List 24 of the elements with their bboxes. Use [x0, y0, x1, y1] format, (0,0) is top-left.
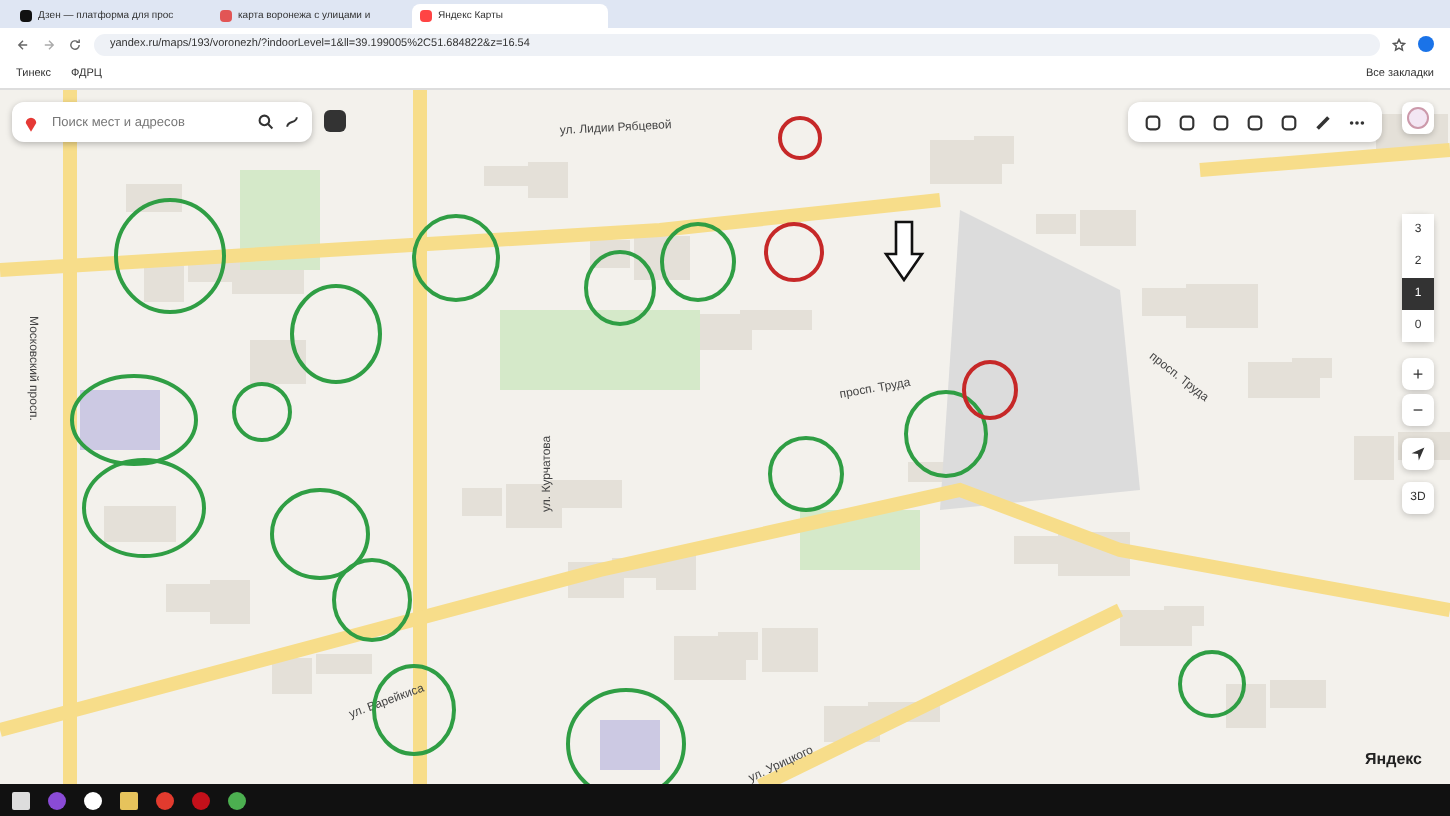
- navigation-arrow-icon: [1410, 446, 1426, 462]
- favicon-icon: [220, 10, 232, 22]
- zoom-out-button[interactable]: −: [1402, 394, 1434, 426]
- app-icon[interactable]: [156, 791, 174, 809]
- back-icon[interactable]: [16, 37, 30, 51]
- map-logo: Яндекс: [1365, 750, 1422, 768]
- school-building: [600, 720, 660, 770]
- pin-icon: [24, 113, 38, 131]
- profile-icon[interactable]: [1418, 36, 1434, 52]
- down-arrow-icon: [883, 220, 925, 283]
- avatar-icon: [1406, 106, 1430, 130]
- folder-icon[interactable]: [120, 791, 138, 809]
- app-icon[interactable]: [48, 791, 66, 809]
- reload-icon[interactable]: [68, 37, 82, 51]
- menu-button[interactable]: [324, 110, 346, 132]
- star-icon[interactable]: [1392, 37, 1406, 51]
- favicon-icon: [20, 10, 32, 22]
- zoom-in-button[interactable]: +: [1402, 358, 1434, 390]
- school-building: [80, 390, 160, 450]
- route-icon[interactable]: [284, 114, 300, 130]
- favicon-icon: [420, 10, 432, 22]
- search-icon[interactable]: [258, 114, 274, 130]
- location-button[interactable]: [1402, 438, 1434, 470]
- ruler-icon[interactable]: [1314, 113, 1332, 131]
